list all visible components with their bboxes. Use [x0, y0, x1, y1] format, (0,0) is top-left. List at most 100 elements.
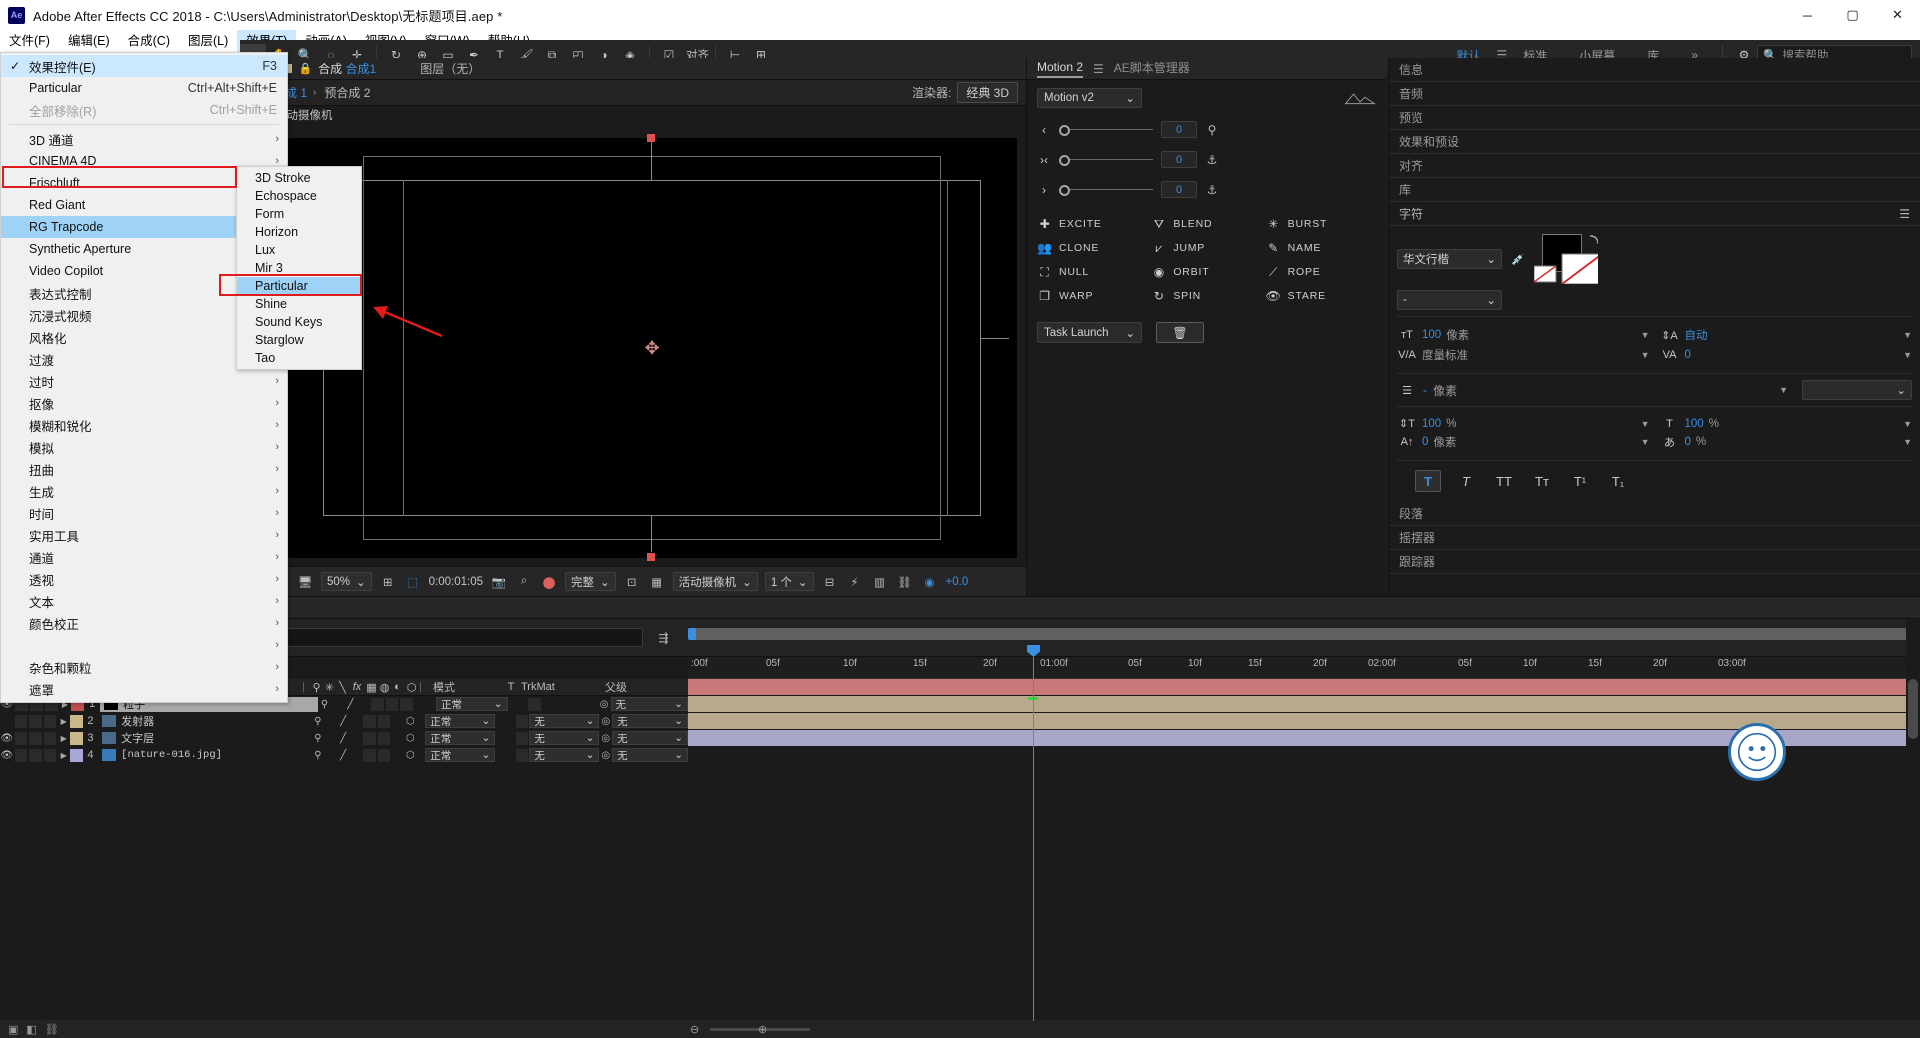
- slider-value-2[interactable]: 0: [1161, 151, 1197, 168]
- effect-menu-dropdown[interactable]: 效果控件(E) F3 Particular Ctrl+Alt+Shift+E 全…: [0, 52, 288, 703]
- menu-item-time[interactable]: 时间›: [1, 502, 287, 524]
- menu-item-generate[interactable]: 生成›: [1, 480, 287, 502]
- row4-3d[interactable]: ⬡: [404, 749, 417, 762]
- menu-item-distort[interactable]: 扭曲›: [1, 458, 287, 480]
- minimize-button[interactable]: ─: [1785, 0, 1830, 30]
- menu-layer[interactable]: 图层(L): [179, 30, 237, 52]
- row3-trkmat-select[interactable]: 无⌄: [529, 731, 599, 745]
- table-row[interactable]: ▶ 2 发射器 ⚲ ╱ ⬡: [0, 713, 688, 730]
- font-size-field[interactable]: ᴛT 100 像素 ▼: [1397, 327, 1650, 343]
- leading-field[interactable]: ⇕A 自动 ▼: [1660, 327, 1913, 343]
- playhead[interactable]: [1033, 657, 1034, 1021]
- time-navigator[interactable]: [688, 628, 1920, 640]
- row4-adjustment[interactable]: [391, 749, 404, 762]
- menu-item-matte[interactable]: 遮罩›: [1, 678, 287, 700]
- row2-adjustment[interactable]: [391, 715, 404, 728]
- row1-shy[interactable]: ⚲: [318, 698, 331, 711]
- row1-parent-select[interactable]: 无⌄: [611, 697, 688, 711]
- row1-adjustment[interactable]: [400, 698, 413, 711]
- zoom-level-select[interactable]: 50% ⌄: [321, 572, 372, 591]
- row2-trkmat-select[interactable]: 无⌄: [529, 714, 599, 728]
- row3-trkmat-box[interactable]: [516, 732, 529, 745]
- channel-rgb-icon[interactable]: ⬤: [540, 573, 558, 591]
- table-row[interactable]: 👁 ▶ 3 文字层 ⚲ ╱: [0, 730, 688, 747]
- row2-collapse[interactable]: [324, 715, 337, 728]
- row3-lock-toggle[interactable]: [44, 732, 57, 745]
- menu-item-text[interactable]: 文本›: [1, 590, 287, 612]
- menu-item-color-correction[interactable]: 颜色校正›: [1, 612, 287, 634]
- submenu-item-echospace[interactable]: Echospace: [237, 187, 361, 205]
- row2-3d[interactable]: ⬡: [404, 715, 417, 728]
- toggle-monitor-icon[interactable]: 🖥: [296, 573, 314, 591]
- row4-lock-toggle[interactable]: [44, 749, 57, 762]
- row3-expand-arrow[interactable]: ▶: [57, 734, 70, 743]
- panel-wiggler[interactable]: 摇摆器: [1389, 526, 1920, 550]
- row4-effects[interactable]: [349, 749, 362, 762]
- row2-motion-blur[interactable]: [378, 715, 391, 728]
- row2-trkmat-box[interactable]: [516, 715, 529, 728]
- submenu-item-tao[interactable]: Tao: [237, 349, 361, 367]
- row4-visibility-toggle[interactable]: 👁: [0, 750, 14, 761]
- menu-item-simulation[interactable]: 模拟›: [1, 436, 287, 458]
- anchor-point-marker[interactable]: ✥: [641, 337, 663, 359]
- row2-quality[interactable]: ╱: [337, 715, 350, 728]
- take-snapshot-icon[interactable]: 📷: [490, 573, 508, 591]
- stroke-style-select[interactable]: ⌄: [1802, 380, 1912, 400]
- clone-button[interactable]: 👥CLONE: [1037, 240, 1147, 256]
- camera-view-select[interactable]: 活动摄像机 ⌄: [673, 572, 758, 591]
- menu-edit[interactable]: 编辑(E): [59, 30, 119, 52]
- menu-item-keying[interactable]: 抠像›: [1, 392, 287, 414]
- comp-flowchart-icon[interactable]: ⛓: [896, 573, 914, 591]
- faux-bold-button[interactable]: T: [1415, 470, 1441, 492]
- tab-ae-script-manager[interactable]: AE脚本管理器: [1114, 59, 1190, 78]
- timeline-zoom-in-icon[interactable]: ⊕: [758, 1023, 767, 1036]
- menu-composition[interactable]: 合成(C): [119, 30, 179, 52]
- tsume-field[interactable]: あ 0 % ▼: [1660, 434, 1913, 450]
- close-button[interactable]: ✕: [1875, 0, 1920, 30]
- null-button[interactable]: ⛶NULL: [1037, 264, 1147, 280]
- menu-item-audio[interactable]: ›: [1, 634, 287, 656]
- row4-collapse[interactable]: [324, 749, 337, 762]
- view-count-select[interactable]: 1 个 ⌄: [765, 572, 814, 591]
- menu-item-obsolete[interactable]: 过时›: [1, 370, 287, 392]
- row4-shy[interactable]: ⚲: [312, 749, 325, 762]
- vertical-scale-field[interactable]: ⇕T 100 % ▼: [1397, 417, 1650, 430]
- composition-canvas[interactable]: ✥: [287, 138, 1017, 558]
- panel-preview[interactable]: 预览: [1389, 106, 1920, 130]
- timeline-zoom-out-icon[interactable]: ⊖: [690, 1023, 699, 1036]
- row4-solo-toggle[interactable]: [29, 749, 42, 762]
- panel-audio[interactable]: 音频: [1389, 82, 1920, 106]
- row3-3d[interactable]: ⬡: [404, 732, 417, 745]
- layer-bar-1[interactable]: [688, 679, 1920, 696]
- row3-solo-toggle[interactable]: [29, 732, 42, 745]
- row4-parent-pick[interactable]: ◎: [599, 749, 612, 762]
- row1-frame-blend[interactable]: [371, 698, 384, 711]
- menu-item-channel[interactable]: 通道›: [1, 546, 287, 568]
- maximize-button[interactable]: ▢: [1830, 0, 1875, 30]
- font-style-select[interactable]: - ⌄: [1397, 290, 1502, 310]
- submenu-item-starglow[interactable]: Starglow: [237, 331, 361, 349]
- row2-mode-select[interactable]: 正常⌄: [425, 714, 495, 728]
- pixel-aspect-icon[interactable]: ⊟: [821, 573, 839, 591]
- row2-frame-blend[interactable]: [363, 715, 376, 728]
- row4-layer-name[interactable]: [nature-016.jpg]: [98, 749, 311, 761]
- panel-align[interactable]: 对齐: [1389, 154, 1920, 178]
- row4-audio-toggle[interactable]: [15, 749, 28, 762]
- menu-item-effect-controls[interactable]: 效果控件(E) F3: [1, 55, 287, 77]
- timeline-icon[interactable]: ▥: [871, 573, 889, 591]
- row4-quality[interactable]: ╱: [337, 749, 350, 762]
- burst-button[interactable]: ✳BURST: [1266, 216, 1376, 232]
- row3-quality[interactable]: ╱: [337, 732, 350, 745]
- slider-track-2[interactable]: [1059, 154, 1153, 166]
- anchor-bottom-icon[interactable]: ⚓: [1205, 183, 1219, 197]
- row3-layer-name[interactable]: 文字层: [98, 730, 311, 746]
- slider-track-3[interactable]: [1059, 184, 1153, 196]
- row2-effects[interactable]: [349, 715, 362, 728]
- row1-parent-pick[interactable]: ◎: [598, 698, 611, 711]
- row3-label-color[interactable]: [70, 732, 83, 745]
- stroke-width-value[interactable]: -: [1423, 383, 1427, 397]
- submenu-item-form[interactable]: Form: [237, 205, 361, 223]
- exposure-value[interactable]: +0.0: [946, 576, 969, 588]
- panel-character-header[interactable]: 字符 ☰: [1389, 202, 1920, 226]
- submenu-item-particular[interactable]: Particular: [237, 277, 361, 295]
